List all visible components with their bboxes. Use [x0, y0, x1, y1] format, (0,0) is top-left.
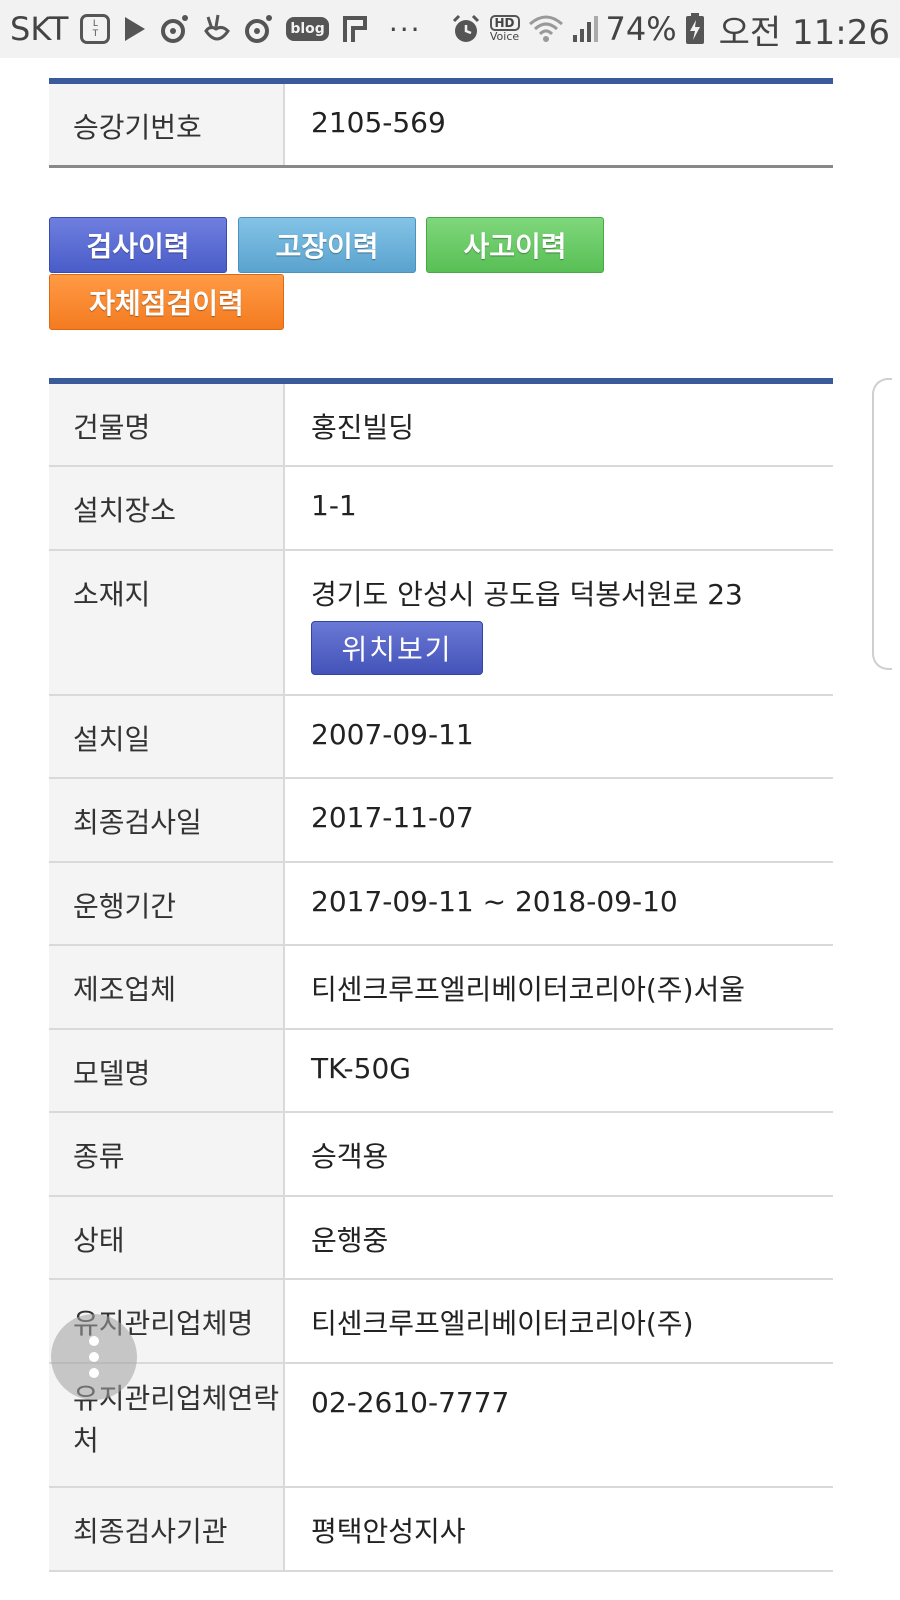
- elevator-number-label: 승강기번호: [49, 84, 285, 165]
- install-date-value: 2007-09-11: [311, 718, 474, 751]
- maintenance-company-value: 티센크루프엘리베이터코리아(주): [311, 1307, 694, 1340]
- battery-percent: 74%: [605, 10, 677, 48]
- hd-voice-icon: HD Voice: [489, 15, 520, 43]
- operation-period-value: 2017-09-11 ~ 2018-09-10: [311, 885, 678, 918]
- table-row: 최종검사기관 평택안성지사: [49, 1488, 833, 1572]
- elevator-detail: 승강기번호 2105-569 검사이력 고장이력 사고이력 자체점검이력 건물명…: [49, 78, 833, 1572]
- last-inspection-date-label: 최종검사일: [49, 779, 285, 861]
- table-row: 최종검사일 2017-11-07: [49, 779, 833, 863]
- table-row: 건물명 홍진빌딩: [49, 384, 833, 467]
- last-inspection-agency-label: 최종검사기관: [49, 1488, 285, 1570]
- status-bar: SKT LT blog ··· HD Voice 74% 오전 11:26: [0, 0, 900, 58]
- address-label: 소재지: [49, 551, 285, 694]
- table-row: 유지관리업체연락처 02-2610-7777: [49, 1364, 833, 1488]
- play-store-icon: [122, 15, 148, 43]
- address-value: 경기도 안성시 공도읍 덕봉서원로 23: [311, 578, 743, 611]
- last-inspection-agency-value: 평택안성지사: [311, 1515, 466, 1548]
- building-name-value: 홍진빌딩: [311, 411, 415, 444]
- table-row: 소재지 경기도 안성시 공도읍 덕봉서원로 23 위치보기: [49, 551, 833, 696]
- last-inspection-date-value: 2017-11-07: [311, 801, 474, 834]
- manufacturer-value: 티센크루프엘리베이터코리아(주)서울: [311, 973, 746, 1006]
- floating-menu-button[interactable]: [51, 1314, 137, 1400]
- building-name-label: 건물명: [49, 384, 285, 465]
- dot-icon: [89, 1336, 99, 1346]
- carrier-label: SKT: [10, 10, 69, 48]
- table-row: 유지관리업체명 티센크루프엘리베이터코리아(주): [49, 1280, 833, 1364]
- v-live-icon: [202, 13, 232, 45]
- inspection-history-button[interactable]: 검사이력: [49, 217, 227, 273]
- table-row: 설치일 2007-09-11: [49, 696, 833, 779]
- status-value: 운행중: [311, 1224, 389, 1257]
- elevator-number-row: 승강기번호 2105-569: [49, 84, 833, 168]
- manufacturer-label: 제조업체: [49, 946, 285, 1028]
- elevator-number-value: 2105-569: [311, 106, 446, 139]
- table-row: 설치장소 1-1: [49, 467, 833, 551]
- blog-icon: blog: [286, 17, 329, 41]
- type-value: 승객용: [311, 1140, 389, 1173]
- operation-period-label: 운행기간: [49, 863, 285, 944]
- install-date-label: 설치일: [49, 696, 285, 777]
- install-place-label: 설치장소: [49, 467, 285, 549]
- install-place-value: 1-1: [311, 489, 357, 522]
- elevator-number-table: 승강기번호 2105-569: [49, 78, 833, 168]
- signal-icon: [572, 15, 598, 43]
- elevator-info-table: 건물명 홍진빌딩 설치장소 1-1 소재지 경기도 안성시 공도읍 덕봉서원로 …: [49, 378, 833, 1572]
- battery-charging-icon: [685, 13, 705, 45]
- table-row: 제조업체 티센크루프엘리베이터코리아(주)서울: [49, 946, 833, 1030]
- flag-icon: [341, 14, 369, 44]
- table-row: 운행기간 2017-09-11 ~ 2018-09-10: [49, 863, 833, 946]
- self-check-history-button[interactable]: 자체점검이력: [49, 274, 284, 330]
- view-location-button[interactable]: 위치보기: [311, 621, 483, 675]
- dot-icon: [89, 1368, 99, 1378]
- table-row: 모델명 TK-50G: [49, 1030, 833, 1113]
- status-label: 상태: [49, 1197, 285, 1278]
- edge-panel-handle[interactable]: [872, 378, 892, 670]
- alarm-icon: [450, 13, 482, 45]
- accident-history-button[interactable]: 사고이력: [426, 217, 604, 273]
- wifi-icon: [528, 14, 564, 44]
- type-label: 종류: [49, 1113, 285, 1195]
- lotte-ting-icon: LT: [80, 14, 111, 44]
- fault-history-button[interactable]: 고장이력: [238, 217, 416, 273]
- dot-icon: [89, 1352, 99, 1362]
- address-cell: 경기도 안성시 공도읍 덕봉서원로 23 위치보기: [285, 551, 833, 694]
- model-name-value: TK-50G: [311, 1052, 411, 1085]
- clock: 오전 11:26: [718, 12, 890, 53]
- table-row: 상태 운행중: [49, 1197, 833, 1280]
- model-name-label: 모델명: [49, 1030, 285, 1111]
- music-note-icon: [244, 14, 274, 44]
- table-row: 종류 승객용: [49, 1113, 833, 1197]
- maintenance-contact-value: 02-2610-7777: [311, 1386, 510, 1419]
- overflow-icon: ···: [388, 12, 422, 46]
- music-note-icon: [160, 14, 190, 44]
